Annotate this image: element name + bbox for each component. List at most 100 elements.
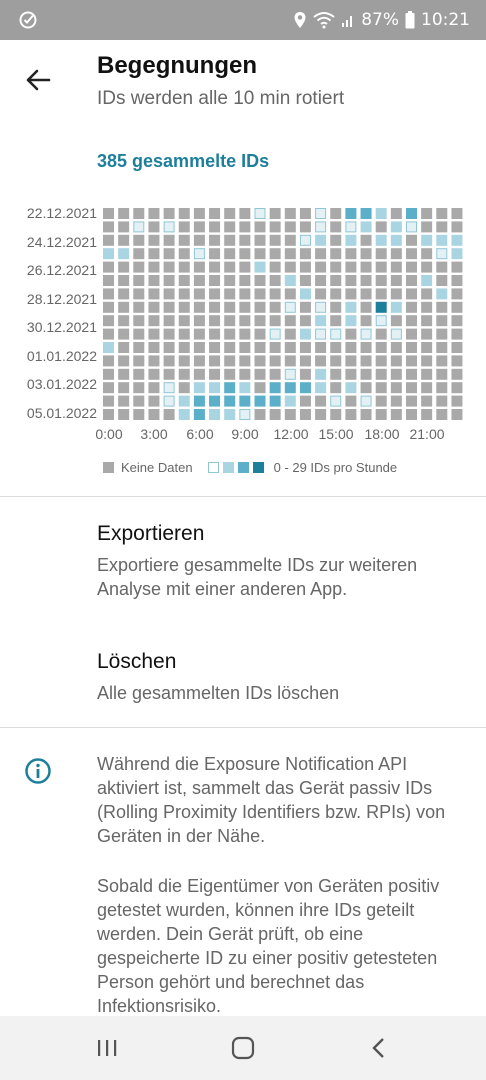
heatmap-cell — [406, 275, 417, 286]
heatmap-cell — [239, 395, 251, 407]
heatmap-cell — [421, 342, 433, 353]
heatmap-cell — [406, 395, 417, 407]
heatmap-cell — [148, 221, 160, 233]
heatmap-cell — [148, 382, 160, 394]
heatmap-cell — [284, 248, 296, 260]
legend-swatch-level-0 — [207, 461, 219, 473]
check-circle-icon — [19, 11, 37, 29]
heatmap-cell — [451, 368, 463, 380]
export-item[interactable]: Exportieren Exportiere gesammelte IDs zu… — [0, 508, 486, 614]
heatmap-cell — [103, 328, 114, 340]
heatmap-cell — [315, 288, 327, 300]
heatmap-cell — [148, 409, 160, 420]
heatmap-cell — [133, 288, 145, 300]
heatmap-cell — [436, 288, 448, 300]
heatmap-cell — [224, 288, 236, 300]
heatmap-cell — [345, 342, 357, 353]
heatmap-cell — [133, 301, 145, 313]
legend-swatch-no-data — [103, 461, 114, 473]
heatmap-cell — [375, 409, 387, 420]
heatmap-cell — [254, 395, 266, 407]
heatmap-cell — [436, 301, 448, 313]
heatmap-cell — [330, 234, 342, 246]
row-label: 01.01.2022 — [26, 348, 97, 364]
heatmap-cell — [390, 234, 402, 246]
heatmap-cell — [148, 315, 160, 327]
heatmap-cell — [375, 355, 387, 367]
heatmap-cell — [451, 355, 463, 367]
back-nav-button[interactable] — [329, 1016, 429, 1080]
heatmap-cell — [209, 221, 221, 233]
heatmap-cell — [299, 382, 311, 394]
heatmap-cell — [193, 261, 205, 273]
heatmap-cell — [163, 315, 175, 327]
heatmap-cell — [148, 328, 160, 340]
heatmap-cell — [360, 208, 372, 219]
heatmap-cell — [178, 409, 190, 420]
heatmap-cell — [224, 355, 236, 367]
legend-swatch-level-1 — [222, 461, 234, 473]
delete-item[interactable]: Löschen Alle gesammelten IDs löschen — [0, 636, 486, 718]
heatmap-cell — [269, 409, 281, 420]
heatmap-cell — [224, 328, 236, 340]
heatmap-cell — [224, 368, 236, 380]
heatmap-cell — [360, 234, 372, 246]
heatmap-cell — [375, 221, 387, 233]
heatmap-cell — [254, 275, 266, 286]
heatmap-cell — [330, 301, 342, 313]
heatmap-cell — [224, 382, 236, 394]
row-label: 26.12.2021 — [26, 262, 97, 278]
heatmap-cell — [193, 342, 205, 353]
heatmap-cell — [390, 261, 402, 273]
heatmap-cell — [239, 234, 251, 246]
home-button[interactable] — [193, 1016, 293, 1080]
heatmap-cell — [193, 288, 205, 300]
heatmap-cell — [148, 301, 160, 313]
wifi-icon — [313, 12, 335, 29]
heatmap-cell — [451, 261, 463, 273]
heatmap-cell — [163, 261, 175, 273]
heatmap-cell — [209, 342, 221, 353]
heatmap-cell — [451, 395, 463, 407]
heatmap-cell — [103, 234, 114, 246]
heatmap-cell — [436, 315, 448, 327]
battery-percent: 87% — [361, 10, 399, 30]
heatmap-cell — [421, 382, 433, 394]
heatmap-cell — [375, 382, 387, 394]
encounters-heatmap — [103, 208, 463, 420]
heatmap-cell — [330, 288, 342, 300]
heatmap-cell — [390, 221, 402, 233]
heatmap-cell — [239, 342, 251, 353]
back-button[interactable] — [20, 62, 56, 98]
heatmap-cell — [118, 221, 130, 233]
recent-apps-button[interactable] — [57, 1016, 157, 1080]
heatmap-cell — [315, 355, 327, 367]
location-icon — [294, 12, 306, 28]
heatmap-cell — [421, 248, 433, 260]
heatmap-cell — [284, 301, 296, 313]
col-label: 15:00 — [318, 426, 354, 442]
heatmap-cell — [178, 221, 190, 233]
heatmap-cell — [436, 355, 448, 367]
heatmap-cell — [299, 409, 311, 420]
delete-description: Alle gesammelten IDs löschen — [97, 683, 340, 703]
heatmap-cell — [284, 409, 296, 420]
heatmap-cell — [133, 368, 145, 380]
heatmap-cell — [254, 382, 266, 394]
heatmap-cell — [209, 248, 221, 260]
heatmap-cell — [330, 355, 342, 367]
heatmap-cell — [133, 409, 145, 420]
heatmap-cell — [269, 382, 281, 394]
heatmap-cell — [436, 328, 448, 340]
heatmap-cell — [436, 409, 448, 420]
heatmap-cell — [148, 248, 160, 260]
heatmap-cell — [315, 221, 327, 233]
heatmap-cell — [103, 409, 114, 420]
heatmap-cell — [299, 288, 311, 300]
heatmap-cell — [224, 221, 236, 233]
heatmap-cell — [178, 382, 190, 394]
heatmap-cell — [299, 261, 311, 273]
heatmap-cell — [133, 315, 145, 327]
heatmap-cell — [451, 275, 463, 286]
heatmap-cell — [163, 221, 175, 233]
